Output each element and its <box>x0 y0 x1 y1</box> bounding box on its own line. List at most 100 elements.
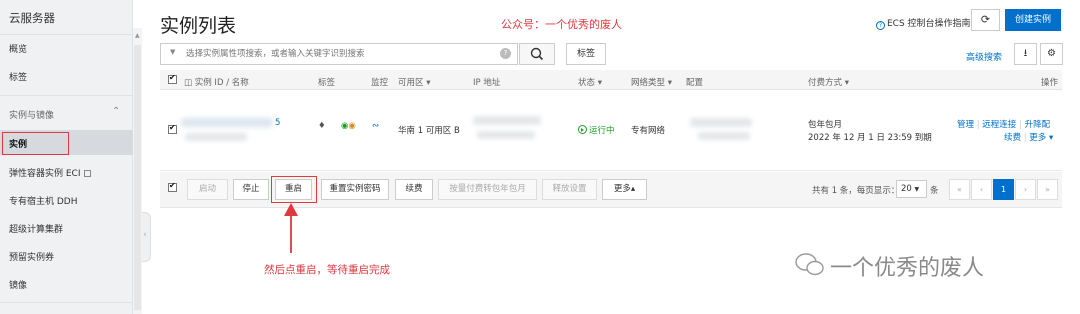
status-badge: 运行中 <box>578 124 615 136</box>
advanced-search-link[interactable]: 高级搜索 <box>966 50 1002 63</box>
redacted-instance-name <box>185 133 247 141</box>
bulk-select-checkbox[interactable] <box>168 181 177 192</box>
caret-up-icon: ▴ <box>630 184 636 194</box>
column-header-actions: 操作 <box>1041 78 1059 88</box>
stop-button[interactable]: 停止 <box>233 179 269 200</box>
renew-button[interactable]: 续费 <box>395 179 433 200</box>
sidebar-item-reserved[interactable]: 预留实例券 <box>9 250 54 263</box>
sidebar-item-hpc[interactable]: 超级计算集群 <box>9 222 63 235</box>
start-button[interactable]: 启动 <box>187 179 228 200</box>
restart-hint: 然后点重启，等待重启完成 <box>264 264 390 276</box>
select-all-checkbox[interactable] <box>168 73 177 84</box>
tag-icon[interactable]: ♦ <box>318 121 326 131</box>
page-title: 实例列表 <box>160 15 237 37</box>
guide-link[interactable]: ? ECS 控制台操作指南 <box>876 16 971 30</box>
security-icons[interactable]: ◉◉ <box>341 121 356 131</box>
caret-down-icon: ▾ <box>597 78 602 88</box>
manage-link[interactable]: 管理 <box>957 120 974 130</box>
more-link[interactable]: 更多 ▾ <box>1029 133 1053 143</box>
play-icon <box>578 125 587 134</box>
external-link-icon <box>83 170 91 177</box>
chart-icon[interactable]: ∾ <box>372 121 379 131</box>
column-header-id[interactable]: ◫ 实例 ID / 名称 <box>184 76 249 88</box>
caret-down-icon: ▼ <box>914 186 920 193</box>
tag-filter-button[interactable]: 标签 <box>566 43 606 65</box>
resize-link[interactable]: 升降配 <box>1025 120 1051 130</box>
table-header <box>160 70 1062 90</box>
renew-link[interactable]: 续费 <box>1004 133 1021 143</box>
column-header-monitor: 监控 <box>371 78 389 88</box>
status-label: 运行中 <box>589 126 615 136</box>
redacted-config <box>698 132 750 140</box>
last-page-button[interactable]: » <box>1037 179 1058 200</box>
export-button[interactable]: ⭳ <box>1014 43 1037 65</box>
zone-value: 华南 1 可用区 B <box>398 126 460 136</box>
release-settings-button[interactable]: 释放设置 <box>542 179 597 200</box>
prev-page-button[interactable]: ‹ <box>971 179 992 200</box>
more-actions-button[interactable]: 更多▴ <box>602 179 647 200</box>
refresh-button[interactable]: ⟳ <box>971 9 1000 31</box>
chevron-up-icon[interactable]: ⌃ <box>112 106 120 117</box>
chevron-left-icon: ‹ <box>143 230 147 240</box>
search-input[interactable] <box>186 44 486 64</box>
annotation-text: 公众号：一个优秀的废人 <box>501 18 622 31</box>
caret-down-icon: ▾ <box>426 78 431 88</box>
sidebar-item-tags[interactable]: 标签 <box>9 70 27 83</box>
more-label: 更多 <box>613 184 631 194</box>
help-icon[interactable]: ? <box>500 48 511 59</box>
column-label: 付费方式 <box>808 78 843 88</box>
instance-id-link[interactable]: 5 <box>275 118 280 128</box>
sidebar-group-instances-images[interactable]: 实例与镜像 <box>9 108 54 121</box>
watermark-text: 一个优秀的废人 <box>830 256 985 281</box>
scroll-up-icon[interactable]: ▲ <box>135 32 140 39</box>
column-header-tags: 标签 <box>318 78 336 88</box>
settings-button[interactable]: ⚙ <box>1040 43 1063 65</box>
search-icon <box>530 47 544 61</box>
sidebar-item-images[interactable]: 镜像 <box>9 278 27 291</box>
page-button-current[interactable]: 1 <box>993 179 1014 200</box>
search-box[interactable]: ▼ ? <box>160 43 518 65</box>
refresh-icon: ⟳ <box>980 13 991 26</box>
column-header-network[interactable]: 网络类型 ▾ <box>631 76 672 88</box>
create-instance-button[interactable]: 创建实例 <box>1005 9 1061 31</box>
column-header-ip: IP 地址 <box>473 78 501 88</box>
expiry-time: 2022 年 12 月 1 日 23:59 到期 <box>808 133 932 143</box>
sidebar-title: 云服务器 <box>9 11 55 25</box>
wechat-icon <box>795 253 824 276</box>
sidebar-item-overview[interactable]: 概览 <box>9 42 27 55</box>
table-column-icon: ◫ <box>184 78 193 88</box>
network-value: 专有网络 <box>631 126 666 136</box>
page-unit: 条 <box>930 186 939 196</box>
remote-connect-link[interactable]: 远程连接 <box>982 120 1016 130</box>
column-header-billing[interactable]: 付费方式 ▾ <box>808 76 849 88</box>
caret-down-icon[interactable]: ▼ <box>170 48 175 56</box>
download-icon: ⭳ <box>1023 48 1028 59</box>
convert-billing-button[interactable]: 按量付费转包年包月 <box>438 179 537 200</box>
page-size-select[interactable]: 20 ▼ <box>896 180 927 198</box>
gear-icon: ⚙ <box>1047 48 1056 59</box>
guide-link-label: ECS 控制台操作指南 <box>887 19 971 29</box>
sidebar-item-eci[interactable]: 弹性容器实例 ECI <box>9 166 91 179</box>
first-page-button[interactable]: « <box>949 179 970 200</box>
sidebar-collapse-handle[interactable]: ‹ <box>142 212 151 262</box>
redacted-instance-id <box>181 118 273 127</box>
redacted-config <box>690 118 752 127</box>
sidebar-item-ddh[interactable]: 专有宿主机 DDH <box>9 194 78 207</box>
row-checkbox[interactable] <box>168 123 177 134</box>
search-button[interactable] <box>519 43 555 65</box>
reset-password-button[interactable]: 重置实例密码 <box>321 179 389 200</box>
next-page-button[interactable]: › <box>1015 179 1036 200</box>
restart-highlight-box <box>271 176 317 203</box>
separator: | <box>976 120 980 130</box>
column-header-config: 配置 <box>686 78 704 88</box>
sidebar-item-instances-label: 实例 <box>9 140 28 150</box>
separator: | <box>1023 133 1027 143</box>
column-header-status[interactable]: 状态 ▾ <box>578 76 602 88</box>
row-actions-line1: 管理 | 远程连接 | 升降配 <box>957 118 1050 130</box>
column-label: 状态 <box>578 78 596 88</box>
scrollbar-thumb[interactable] <box>134 45 141 310</box>
column-label: 可用区 <box>398 78 424 88</box>
column-header-zone[interactable]: 可用区 ▾ <box>398 76 431 88</box>
sidebar-item-label: 弹性容器实例 ECI <box>9 169 81 179</box>
redacted-ip <box>477 131 535 139</box>
